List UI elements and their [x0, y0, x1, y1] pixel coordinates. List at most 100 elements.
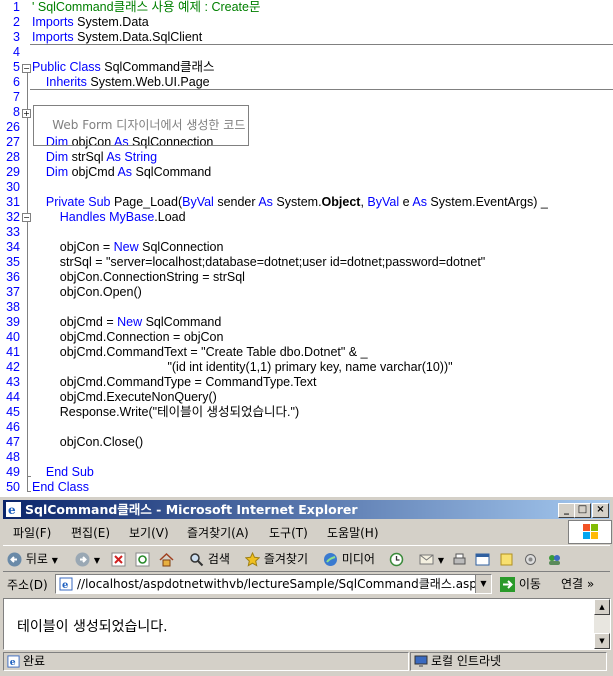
menu-favorites[interactable]: 즐겨찾기(A): [187, 524, 249, 541]
refresh-button[interactable]: [135, 550, 150, 568]
code-token: objCon.Open(): [32, 285, 142, 299]
print-button[interactable]: [452, 550, 467, 568]
back-button[interactable]: 뒤로 ▼: [7, 550, 58, 568]
code-line: Imports System.Data.SqlClient: [32, 30, 202, 45]
code-token: e: [399, 195, 413, 209]
forward-button[interactable]: ▼: [75, 550, 100, 568]
discuss-icon: [500, 553, 513, 566]
search-button[interactable]: 검색: [189, 550, 230, 568]
code-token: Public Class: [32, 60, 101, 74]
code-token: objCmd.Connection = objCon: [32, 330, 224, 344]
code-token: Imports: [32, 15, 74, 29]
code-token: objCmd =: [32, 315, 118, 329]
intranet-icon: [414, 655, 428, 667]
messenger-button[interactable]: [547, 550, 562, 568]
menu-file[interactable]: 파일(F): [13, 524, 51, 541]
line-number: 43: [6, 375, 20, 389]
stop-button[interactable]: [111, 550, 126, 568]
code-line: objCon.Close(): [32, 435, 143, 450]
code-line: Dim objCmd As SqlCommand: [32, 165, 211, 180]
back-arrow-icon: [7, 552, 22, 567]
address-label: 주소(D): [7, 578, 48, 592]
home-button[interactable]: [159, 550, 174, 568]
line-number: 31: [6, 195, 20, 209]
close-button[interactable]: ×: [592, 503, 609, 518]
code-token: SqlCommand: [132, 165, 212, 179]
collapsed-region[interactable]: Web Form 디자이너에서 생성한 코드: [33, 105, 250, 146]
code-line: objCon.Open(): [32, 285, 142, 300]
code-token: SqlConnection: [138, 240, 224, 254]
line-number: 3: [13, 30, 20, 44]
menu-help[interactable]: 도움말(H): [327, 524, 379, 541]
code-token: SqlCommand클래스: [100, 60, 215, 74]
code-token: objCon =: [32, 240, 114, 254]
home-icon: [159, 552, 174, 567]
menu-view[interactable]: 보기(V): [129, 524, 169, 541]
collapse-class-icon[interactable]: −: [22, 64, 31, 73]
code-line: objCmd.Connection = objCon: [32, 330, 224, 345]
forward-dropdown-icon[interactable]: ▼: [94, 556, 100, 565]
links-button[interactable]: 연결 »: [561, 575, 594, 592]
line-number: 8: [13, 105, 20, 119]
code-token: objCon.ConnectionString = strSql: [32, 270, 245, 284]
menu-edit[interactable]: 편집(E): [71, 524, 110, 541]
code-token: objCon.Close(): [32, 435, 144, 449]
minimize-button[interactable]: _: [558, 503, 575, 518]
menu-tools[interactable]: 도구(T): [269, 524, 308, 541]
edit-button[interactable]: [475, 550, 490, 568]
media-button[interactable]: 미디어: [323, 550, 375, 568]
code-token: objCmd.ExecuteNonQuery(): [32, 390, 217, 404]
research-button[interactable]: [523, 550, 538, 568]
history-button[interactable]: [389, 550, 404, 568]
ie-icon: e: [6, 502, 21, 517]
research-icon: [525, 554, 536, 565]
svg-text:e: e: [10, 657, 16, 668]
line-number: 1: [13, 0, 20, 14]
title-bar[interactable]: e SqlCommand클래스 - Microsoft Internet Exp…: [3, 500, 610, 519]
security-zone: 로컬 인트라넷: [410, 652, 607, 671]
code-token: objCmd: [68, 165, 118, 179]
code-token: sender: [213, 195, 259, 209]
code-token: System.Web.UI.Page: [86, 75, 210, 89]
star-icon: [245, 552, 260, 567]
history-icon: [389, 552, 404, 567]
code-token: Inherits: [32, 75, 87, 89]
scroll-down-icon[interactable]: ▼: [594, 633, 610, 649]
window-title: SqlCommand클래스 - Microsoft Internet Explo…: [25, 502, 358, 517]
code-line: ' SqlCommand클래스 사용 예제 : Create문: [32, 0, 260, 15]
code-token: Private Sub: [32, 195, 111, 209]
code-line: Handles MyBase.Load: [32, 210, 186, 225]
messenger-icon: [549, 555, 560, 565]
address-dropdown-icon[interactable]: ▼: [475, 575, 491, 593]
line-number: 29: [6, 165, 20, 179]
code-token: Object: [321, 195, 361, 209]
code-line: Response.Write("테이블이 생성되었습니다."): [32, 405, 299, 420]
code-token: "(id int identity(1,1) primary key, name…: [32, 360, 453, 374]
svg-text:e: e: [8, 503, 16, 517]
line-number: 36: [6, 270, 20, 284]
maximize-button[interactable]: □: [574, 503, 591, 518]
favorites-button[interactable]: 즐겨찾기: [245, 550, 308, 568]
page-icon: e: [59, 577, 73, 591]
collapse-sub-icon[interactable]: −: [22, 213, 31, 222]
code-line: Imports System.Data: [32, 15, 149, 30]
code-token: System.EventArgs) _: [426, 195, 548, 209]
vertical-scrollbar[interactable]: ▲ ▼: [594, 599, 610, 649]
forward-arrow-icon: [75, 552, 90, 567]
discuss-button[interactable]: [499, 550, 514, 568]
go-button[interactable]: 이동: [500, 575, 541, 592]
line-number: 38: [6, 300, 20, 314]
status-bar: e 완료 로컬 인트라넷: [3, 651, 610, 671]
code-editor[interactable]: 1 ' SqlCommand클래스 사용 예제 : Create문 2 Imports…: [0, 0, 613, 496]
expand-region-icon[interactable]: +: [22, 109, 31, 118]
mail-dropdown-icon[interactable]: ▼: [438, 556, 444, 565]
address-url: //localhost/aspdotnetwithvb/lectureSampl…: [77, 577, 485, 591]
code-token: Handles MyBase: [32, 210, 155, 224]
scroll-up-icon[interactable]: ▲: [594, 599, 610, 615]
line-number: 33: [6, 225, 20, 239]
mail-button[interactable]: ▼: [419, 550, 444, 568]
address-input[interactable]: e //localhost/aspdotnetwithvb/lectureSam…: [55, 574, 492, 594]
line-number: 26: [6, 120, 20, 134]
back-dropdown-icon[interactable]: ▼: [52, 556, 58, 565]
code-line: objCon = New SqlConnection: [32, 240, 224, 255]
